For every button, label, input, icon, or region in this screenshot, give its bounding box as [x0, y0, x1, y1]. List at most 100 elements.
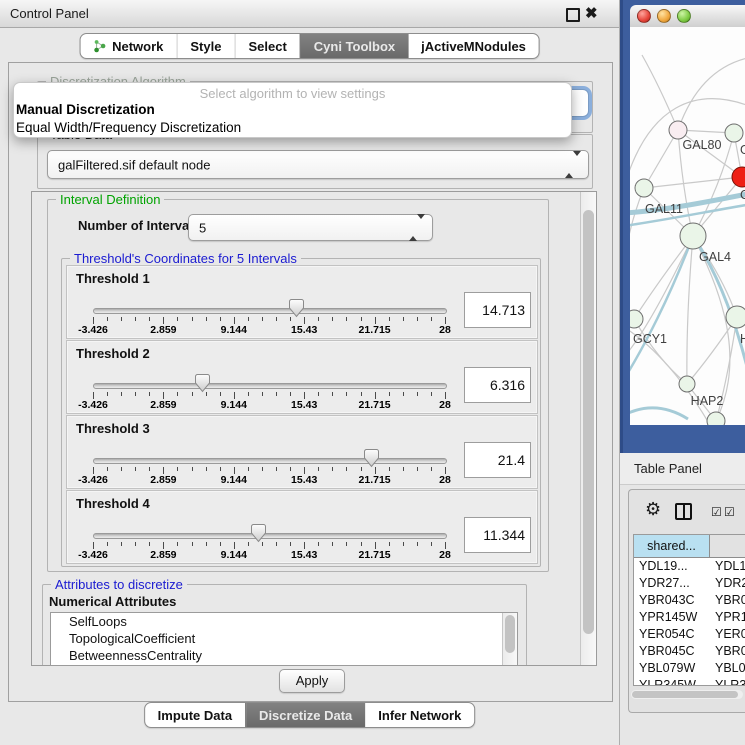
tab-style[interactable]: Style [176, 34, 234, 58]
zoom-traffic-light-icon[interactable] [677, 9, 691, 23]
tick-mark [332, 392, 333, 396]
network-edge[interactable] [634, 319, 687, 384]
cell-name[interactable]: YBL0 [710, 660, 745, 677]
interval-definition-group: Interval Definition Number of Intervals … [47, 199, 549, 572]
scrollbar-thumb[interactable] [632, 691, 738, 698]
tab-impute-data[interactable]: Impute Data [145, 703, 245, 727]
slider-thumb[interactable] [288, 298, 305, 318]
tick-mark [121, 467, 122, 471]
slider-track[interactable] [93, 458, 447, 464]
network-node-ga[interactable] [725, 124, 743, 142]
network-edge[interactable] [678, 57, 745, 130]
tab-cyni-toolbox[interactable]: Cyni Toolbox [300, 34, 408, 58]
network-node-c[interactable] [732, 167, 745, 187]
tab-select[interactable]: Select [234, 34, 299, 58]
table-row[interactable]: YDR27...YDR2 [634, 575, 745, 592]
attribute-item-betweennesscentrality[interactable]: BetweennessCentrality [51, 647, 517, 664]
slider-track[interactable] [93, 383, 447, 389]
threshold-value-field[interactable]: 14.713 [464, 292, 531, 328]
slider-track[interactable] [93, 308, 447, 314]
table-row[interactable]: YER054CYER0 [634, 626, 745, 643]
node-label: GAL4 [699, 250, 731, 264]
gear-icon[interactable]: ⚙ [645, 499, 661, 520]
float-window-icon[interactable] [566, 8, 580, 22]
column-header-shared[interactable]: shared... [634, 535, 710, 558]
algorithm-option-equal-width-frequency-discretization[interactable]: Equal Width/Frequency Discretization [14, 119, 571, 137]
tick-mark [135, 542, 136, 546]
checkbox-icon[interactable]: ☑ [724, 505, 735, 519]
cell-name[interactable]: YER0 [710, 626, 745, 643]
threshold-value-field[interactable]: 6.316 [464, 367, 531, 403]
network-edge[interactable] [642, 55, 678, 130]
slider-thumb[interactable] [363, 448, 380, 468]
settings-scrollbar[interactable] [580, 192, 596, 665]
network-edge[interactable] [630, 408, 688, 419]
network-node-gal11[interactable] [635, 179, 653, 197]
cell-name[interactable]: YPR1 [710, 609, 745, 626]
apply-button[interactable]: Apply [279, 669, 345, 693]
slider-track[interactable] [93, 533, 447, 539]
number-of-intervals-select[interactable]: 5 [188, 214, 433, 241]
network-node-gal80[interactable] [669, 121, 687, 139]
table-row[interactable]: YLR345WYLR3 [634, 677, 745, 686]
scrollbar-thumb[interactable] [583, 210, 594, 634]
network-node-gcy1[interactable] [630, 310, 643, 328]
cell-shared-name[interactable]: YBL079W [634, 660, 714, 677]
attribute-item-selfloops[interactable]: SelfLoops [51, 613, 517, 630]
scrollbar-thumb[interactable] [505, 615, 515, 653]
cell-name[interactable]: YDL1 [710, 558, 745, 575]
attribute-item-topologicalcoefficient[interactable]: TopologicalCoefficient [51, 630, 517, 647]
minimize-traffic-light-icon[interactable] [657, 9, 671, 23]
tab-jactivemnodules[interactable]: jActiveMNodules [408, 34, 539, 58]
table-row[interactable]: YBR045CYBR0 [634, 643, 745, 660]
cell-shared-name[interactable]: YBR045C [634, 643, 714, 660]
cell-shared-name[interactable]: YPR145W [634, 609, 714, 626]
cell-name[interactable]: YBR0 [710, 592, 745, 609]
threshold-label: Threshold 3 [76, 421, 150, 436]
table-row[interactable]: YBL079WYBL0 [634, 660, 745, 677]
network-node-h[interactable] [726, 306, 745, 328]
close-traffic-light-icon[interactable] [637, 9, 651, 23]
network-edge[interactable] [644, 130, 678, 188]
slider-thumb[interactable] [194, 373, 211, 393]
close-icon[interactable]: ✖ [585, 4, 598, 22]
table-row[interactable]: YDL19...YDL1 [634, 558, 745, 575]
tick-mark [107, 467, 108, 471]
network-edge[interactable] [687, 236, 693, 384]
network-canvas[interactable]: GAL80GACGAL11GAL4GCY1HHAP2 [630, 27, 745, 425]
tick-mark [177, 392, 178, 396]
tab-network[interactable]: Network [80, 34, 176, 58]
tick-mark [149, 317, 150, 321]
network-node-gal4[interactable] [680, 223, 706, 249]
table-row[interactable]: YPR145WYPR1 [634, 609, 745, 626]
cell-shared-name[interactable]: YDR27... [634, 575, 714, 592]
tick-mark [107, 392, 108, 396]
cell-name[interactable]: YDR2 [710, 575, 745, 592]
columns-icon[interactable] [675, 503, 692, 520]
column-header-na[interactable]: na [710, 535, 745, 558]
cell-shared-name[interactable]: YBR043C [634, 592, 714, 609]
threshold-value-field[interactable]: 11.344 [464, 517, 531, 553]
tick-mark [206, 467, 207, 471]
algorithm-option-manual-discretization[interactable]: Manual Discretization [14, 101, 571, 119]
tab-label: Infer Network [378, 708, 461, 723]
tab-infer-network[interactable]: Infer Network [365, 703, 474, 727]
table-data-select[interactable]: galFiltered.sif default node [47, 150, 589, 179]
cell-shared-name[interactable]: YER054C [634, 626, 714, 643]
tick-label: 28 [439, 474, 451, 486]
threshold-value-field[interactable]: 21.4 [464, 442, 531, 478]
network-edge[interactable] [644, 177, 742, 188]
checkbox-icon[interactable]: ☑ [711, 505, 722, 519]
cell-shared-name[interactable]: YLR345W [634, 677, 714, 686]
cell-name[interactable]: YBR0 [710, 643, 745, 660]
cell-shared-name[interactable]: YDL19... [634, 558, 714, 575]
table-horizontal-scrollbar[interactable] [631, 690, 743, 699]
cell-name[interactable]: YLR3 [710, 677, 745, 686]
network-node-hap2[interactable] [679, 376, 695, 392]
list-scrollbar[interactable] [502, 613, 517, 666]
tick-mark [318, 542, 319, 546]
tab-discretize-data[interactable]: Discretize Data [245, 703, 365, 727]
slider-thumb[interactable] [250, 523, 267, 543]
table-row[interactable]: YBR043CYBR0 [634, 592, 745, 609]
network-node[interactable] [707, 412, 725, 425]
